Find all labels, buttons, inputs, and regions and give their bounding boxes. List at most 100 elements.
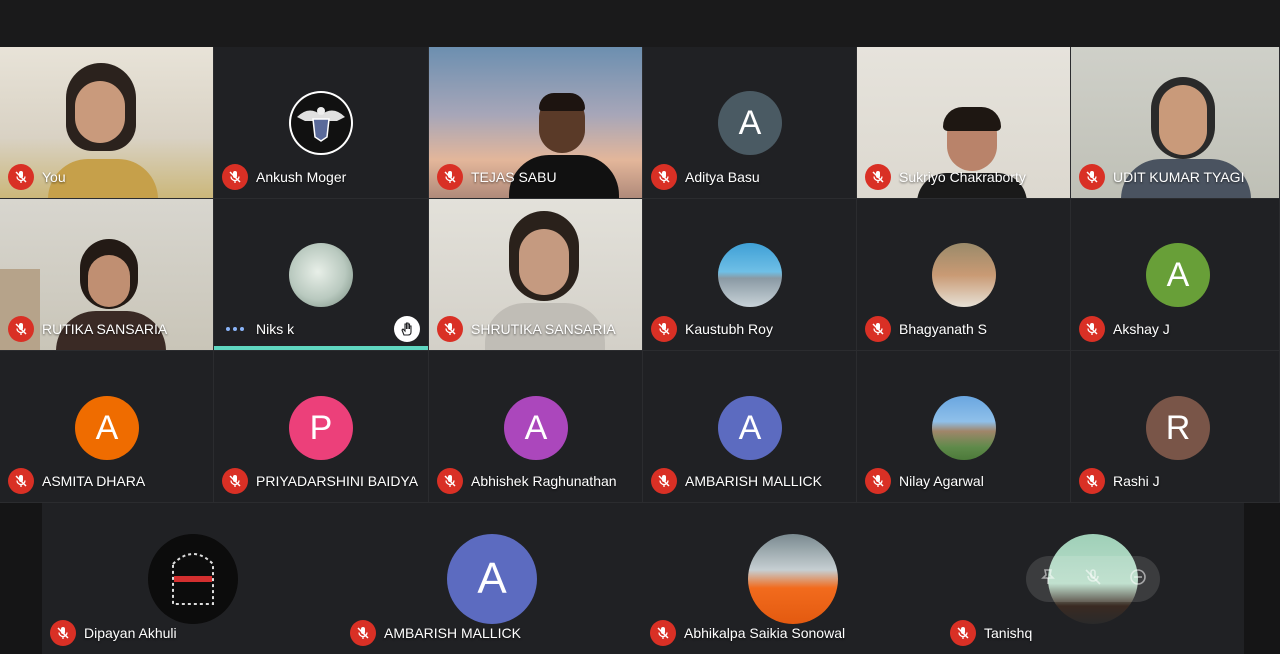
participant-label: Abhikalpa Saikia Sonowal xyxy=(650,620,845,646)
participant-tile[interactable]: A Abhishek Raghunathan xyxy=(429,351,643,503)
mic-off-icon xyxy=(865,468,891,494)
participant-label: Akshay J xyxy=(1079,316,1170,342)
building-photo xyxy=(932,396,996,460)
avatar: A xyxy=(75,396,139,460)
participant-label: Niks k xyxy=(222,316,294,342)
participant-grid: You Ankush Moger TEJAS SABU A Aditya Bas… xyxy=(0,47,1280,503)
participant-name: Kaustubh Roy xyxy=(685,321,773,337)
avatar: A xyxy=(504,396,568,460)
participant-name: Nilay Agarwal xyxy=(899,473,984,489)
participant-label: Kaustubh Roy xyxy=(651,316,773,342)
participant-name: Dipayan Akhuli xyxy=(84,625,177,641)
shark-photo xyxy=(718,243,782,307)
avatar: A xyxy=(718,91,782,155)
participant-tile[interactable]: Dipayan Akhuli xyxy=(42,503,342,654)
profile-photo xyxy=(748,534,838,624)
mic-off-icon xyxy=(865,164,891,190)
mic-off-icon xyxy=(8,316,34,342)
mic-off-icon xyxy=(1079,316,1105,342)
participant-label: Aditya Basu xyxy=(651,164,760,190)
mic-off-icon xyxy=(651,468,677,494)
participant-tile[interactable]: Ankush Moger xyxy=(214,47,429,199)
participant-name: Tanishq xyxy=(984,625,1033,641)
participant-label: PRIYADARSHINI BAIDYA xyxy=(222,468,418,494)
avatar: R xyxy=(1146,396,1210,460)
avatar: A xyxy=(1146,243,1210,307)
mic-off-icon xyxy=(1079,164,1105,190)
mute-participant-icon[interactable] xyxy=(1083,567,1103,592)
participant-name: PRIYADARSHINI BAIDYA xyxy=(256,473,419,489)
speaking-indicator-icon xyxy=(222,316,248,342)
hand-raised-icon xyxy=(394,316,420,342)
participant-label: AMBARISH MALLICK xyxy=(350,620,521,646)
participant-tile[interactable]: Kaustubh Roy xyxy=(643,199,857,351)
participant-tile[interactable]: A AMBARISH MALLICK xyxy=(643,351,857,503)
participant-tile[interactable]: A AMBARISH MALLICK xyxy=(342,503,642,654)
avatar: P xyxy=(289,396,353,460)
participant-label: Tanishq xyxy=(950,620,1032,646)
avatar: A xyxy=(447,534,537,624)
participant-name: Bhagyanath S xyxy=(899,321,987,337)
participant-name: AMBARISH MALLICK xyxy=(685,473,822,489)
participant-name: Aditya Basu xyxy=(685,169,760,185)
mic-off-icon xyxy=(865,316,891,342)
mic-off-icon xyxy=(1079,468,1105,494)
participant-tile[interactable]: Nilay Agarwal xyxy=(857,351,1071,503)
participant-name: SHRUTIKA SANSARIA xyxy=(471,321,616,337)
participant-label: Sukriyo Chakraborty xyxy=(865,164,1026,190)
pin-icon[interactable] xyxy=(1038,567,1058,592)
participant-tile[interactable]: RUTIKA SANSARIA xyxy=(0,199,214,351)
profile-photo xyxy=(932,243,996,307)
participant-label: Rashi J xyxy=(1079,468,1160,494)
participant-label: RUTIKA SANSARIA xyxy=(8,316,167,342)
participant-label: UDIT KUMAR TYAGI xyxy=(1079,164,1244,190)
participant-tile[interactable]: P PRIYADARSHINI BAIDYA xyxy=(214,351,429,503)
participant-tile[interactable]: Abhikalpa Saikia Sonowal xyxy=(642,503,942,654)
mic-off-icon xyxy=(650,620,676,646)
mic-off-icon xyxy=(8,468,34,494)
participant-tile[interactable]: R Rashi J xyxy=(1071,351,1280,503)
participant-tile[interactable]: Niks k xyxy=(214,199,429,351)
avatar: A xyxy=(718,396,782,460)
participant-name: UDIT KUMAR TYAGI xyxy=(1113,169,1245,185)
participant-name: AMBARISH MALLICK xyxy=(384,625,521,641)
mic-off-icon xyxy=(222,164,248,190)
participant-label: TEJAS SABU xyxy=(437,164,557,190)
participant-tile[interactable]: TEJAS SABU xyxy=(429,47,643,199)
eagle-emblem-icon xyxy=(289,91,353,155)
remove-participant-icon[interactable] xyxy=(1128,567,1148,592)
mic-off-icon xyxy=(437,316,463,342)
flower-photo xyxy=(289,243,353,307)
mask-photo xyxy=(148,534,238,624)
speaking-bar xyxy=(214,346,428,350)
participant-label: ASMITA DHARA xyxy=(8,468,145,494)
participant-tile[interactable]: SHRUTIKA SANSARIA xyxy=(429,199,643,351)
participant-name: Akshay J xyxy=(1113,321,1170,337)
mic-off-icon xyxy=(437,164,463,190)
participant-name: RUTIKA SANSARIA xyxy=(42,321,168,337)
participant-label: Bhagyanath S xyxy=(865,316,987,342)
participant-label: You xyxy=(8,164,66,190)
mic-off-icon xyxy=(8,164,34,190)
participant-tile[interactable]: A ASMITA DHARA xyxy=(0,351,214,503)
mic-off-icon xyxy=(222,468,248,494)
participant-name: Ankush Moger xyxy=(256,169,347,185)
participant-name: ASMITA DHARA xyxy=(42,473,146,489)
participant-name: Rashi J xyxy=(1113,473,1160,489)
mic-off-icon xyxy=(651,316,677,342)
participant-tile[interactable]: Bhagyanath S xyxy=(857,199,1071,351)
participant-label: Ankush Moger xyxy=(222,164,346,190)
mic-off-icon xyxy=(350,620,376,646)
participant-name: Abhishek Raghunathan xyxy=(471,473,617,489)
participant-tile[interactable]: UDIT KUMAR TYAGI xyxy=(1071,47,1280,199)
participant-name: Sukriyo Chakraborty xyxy=(899,169,1026,185)
participant-label: Abhishek Raghunathan xyxy=(437,468,617,494)
mic-off-icon xyxy=(50,620,76,646)
mic-off-icon xyxy=(950,620,976,646)
participant-label: Nilay Agarwal xyxy=(865,468,984,494)
participant-tile[interactable]: A Akshay J xyxy=(1071,199,1280,351)
participant-tile[interactable]: Sukriyo Chakraborty xyxy=(857,47,1071,199)
participant-tile[interactable]: You xyxy=(0,47,214,199)
participant-name: TEJAS SABU xyxy=(471,169,557,185)
participant-tile[interactable]: A Aditya Basu xyxy=(643,47,857,199)
